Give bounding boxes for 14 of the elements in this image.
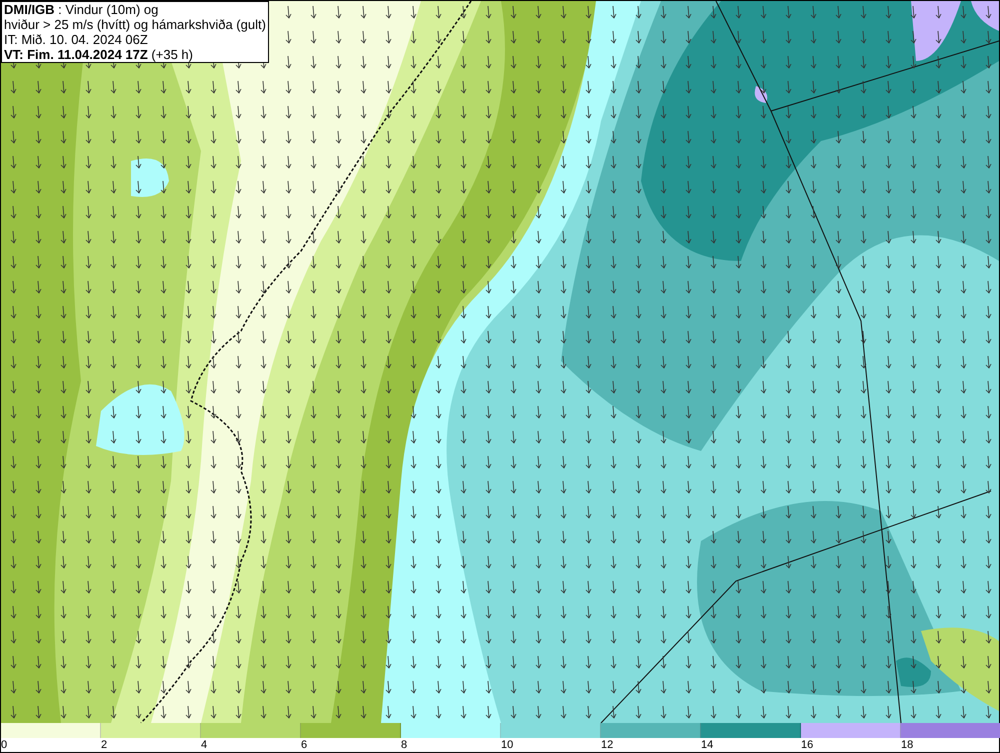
legend-tick-label: 4 [201, 738, 208, 752]
title-line: DMI/IGB : Vindur (10m) og [4, 2, 160, 17]
legend-tick-label: 6 [301, 738, 308, 752]
title-line: VT: Fim. 11.04.2024 17Z (+35 h) [4, 47, 194, 62]
title-line: IT: Mið. 10. 04. 2024 06Z [4, 32, 149, 47]
legend-tick-label: 14 [701, 738, 714, 752]
legend-tick-label: 18 [901, 738, 914, 752]
legend-tick-label: 8 [401, 738, 408, 752]
title-line: hviður > 25 m/s (hvítt) og hámarkshviða (gult) [4, 17, 266, 32]
legend-tick-label: 12 [601, 738, 614, 752]
legend-tick-label: 16 [801, 738, 814, 752]
legend-tick-label: 10 [501, 738, 514, 752]
legend-tick-label: 2 [101, 738, 108, 752]
legend-tick-label: 0 [1, 738, 8, 752]
